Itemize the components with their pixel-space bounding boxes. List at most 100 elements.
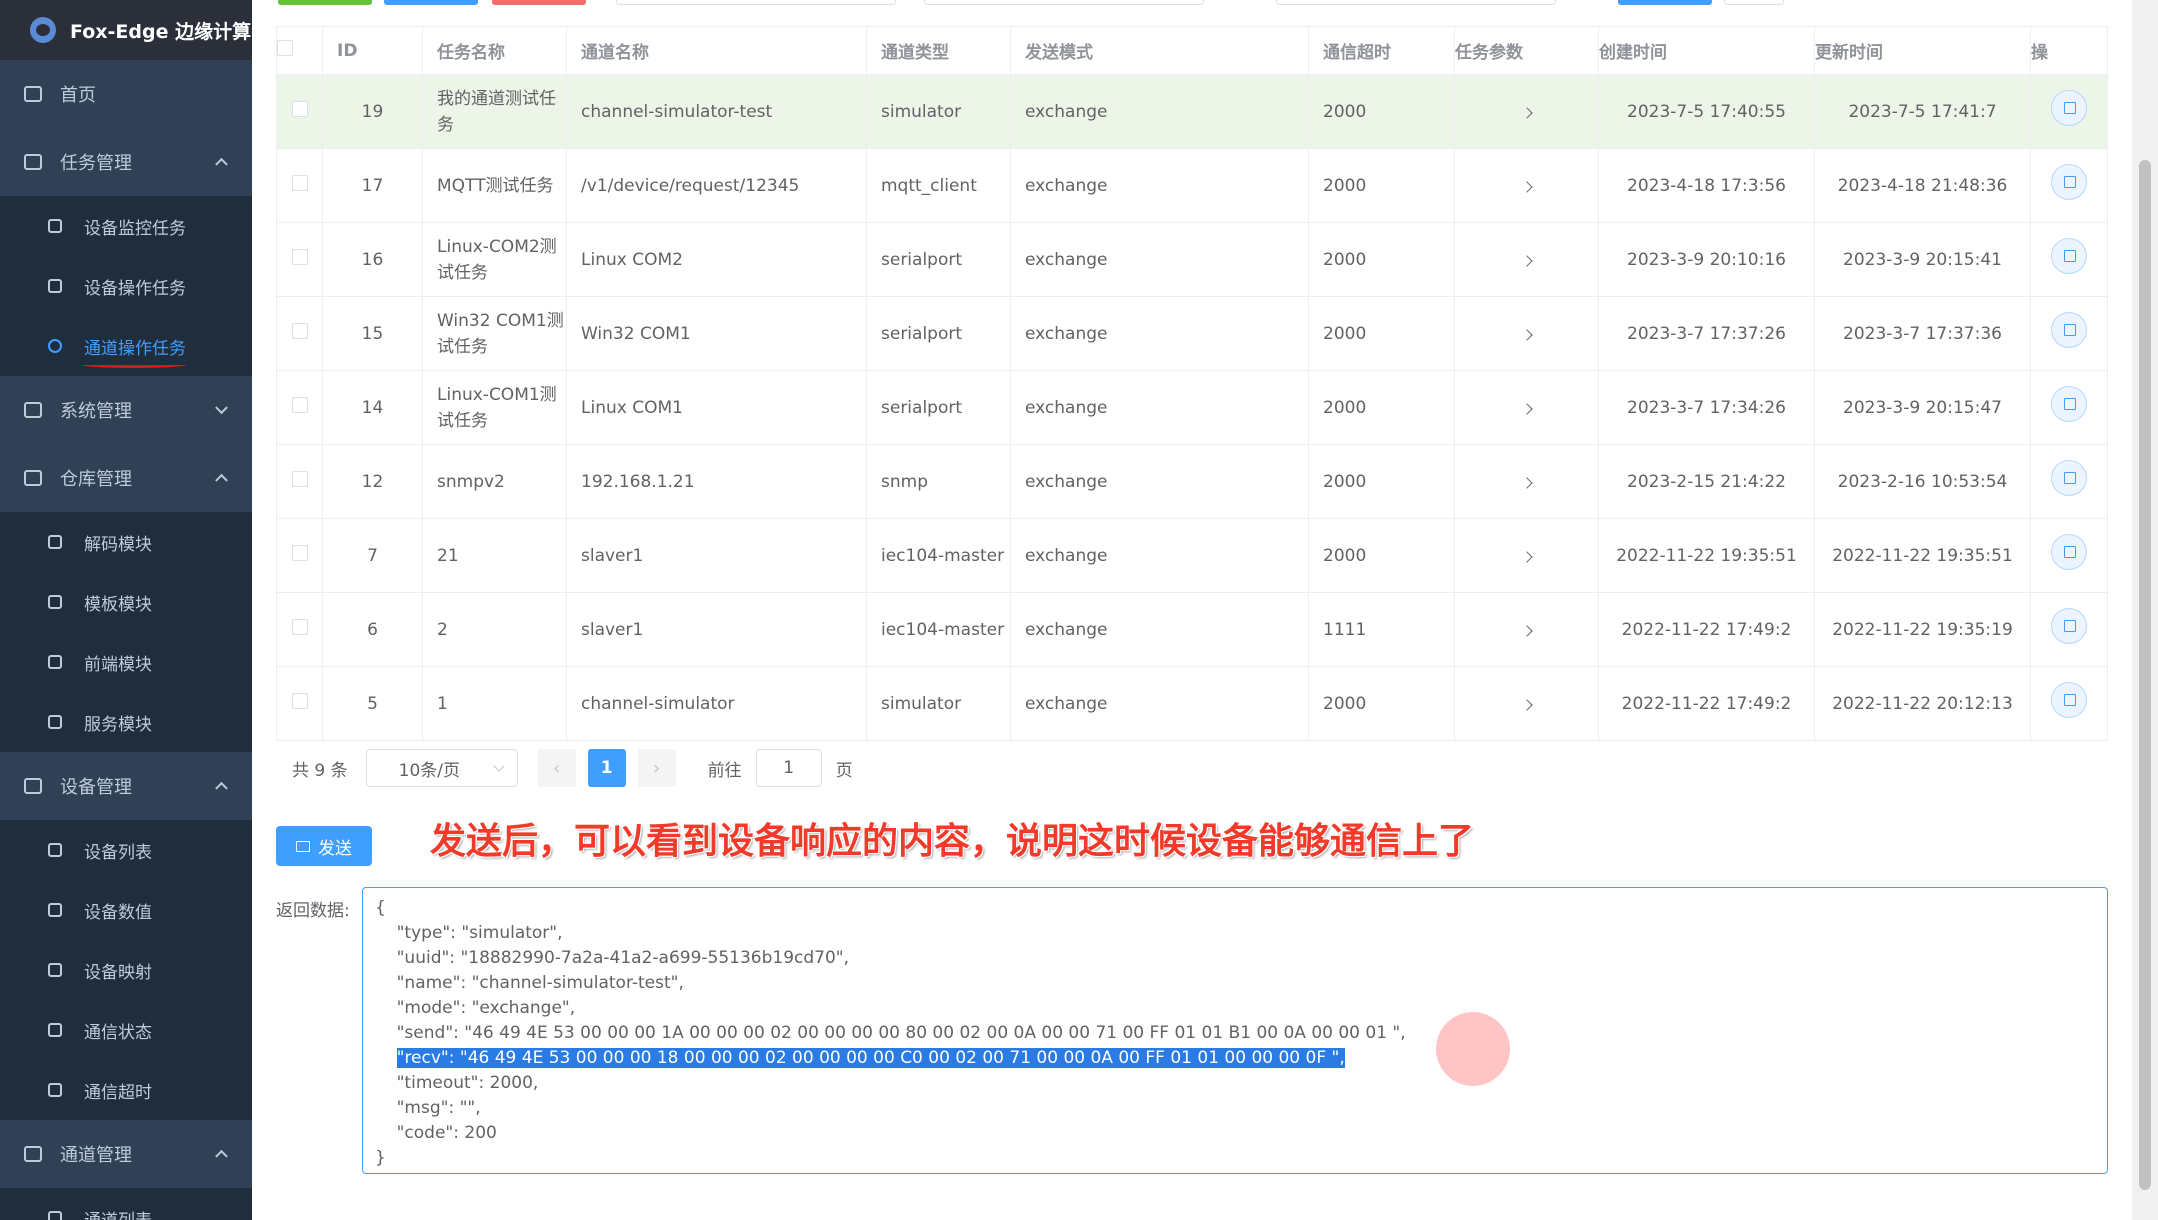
toolbar-button-green[interactable] <box>278 0 372 5</box>
sidebar-item-device-values[interactable]: 设备数值 <box>0 880 252 940</box>
cell-task-params[interactable] <box>1454 74 1599 149</box>
checkbox[interactable] <box>291 322 308 339</box>
sidebar-item-template-module[interactable]: 模板模块 <box>0 572 252 632</box>
table-row[interactable]: 19 我的通道测试任务 channel-simulator-test simulato… <box>276 74 2108 149</box>
search-button[interactable] <box>1618 0 1712 5</box>
cell-task-params[interactable] <box>1454 444 1599 519</box>
row-checkbox[interactable] <box>276 222 323 297</box>
row-checkbox[interactable] <box>276 370 323 445</box>
sidebar-item-decoder-module[interactable]: 解码模块 <box>0 512 252 572</box>
sidebar-item-comm-timeout[interactable]: 通信超时 <box>0 1060 252 1120</box>
sidebar-group-channel-mgmt[interactable]: 通道管理 <box>0 1120 252 1188</box>
page-size-select[interactable]: 10条/页 <box>365 749 518 787</box>
row-checkbox[interactable] <box>276 74 323 149</box>
header-checkbox[interactable] <box>276 26 323 75</box>
table-row[interactable]: 6 2 slaver1 iec104-master exchange 1111 2022-1… <box>276 592 2108 667</box>
edit-button[interactable] <box>2051 459 2087 496</box>
checkbox[interactable] <box>277 40 293 56</box>
row-checkbox[interactable] <box>276 518 323 593</box>
table-row[interactable]: 7 21 slaver1 iec104-master exchange 2000 2022-… <box>276 518 2108 593</box>
app-logo[interactable]: Fox-Edge 边缘计算 <box>0 0 252 60</box>
edit-button[interactable] <box>2051 89 2087 126</box>
edit-button[interactable] <box>2051 533 2087 570</box>
cell-task-params[interactable] <box>1454 296 1599 371</box>
cell-task-params[interactable] <box>1454 222 1599 297</box>
toolbar-partial <box>276 0 2076 6</box>
cell-channel-name: /v1/device/request/12345 <box>566 148 867 223</box>
sidebar-item-channel-operate-task[interactable]: 通道操作任务 <box>0 316 252 376</box>
edit-button[interactable] <box>2051 237 2087 274</box>
table-row[interactable]: 15 Win32 COM1测试任务 Win32 COM1 serialport exch… <box>276 296 2108 371</box>
sidebar-group-system-mgmt[interactable]: 系统管理 <box>0 376 252 444</box>
checkbox[interactable] <box>291 100 308 117</box>
send-button[interactable]: 发送 <box>276 826 372 866</box>
cell-channel-name: Win32 COM1 <box>566 296 867 371</box>
row-checkbox[interactable] <box>276 296 323 371</box>
table-row[interactable]: 16 Linux-COM2测试任务 Linux COM2 serialport exch… <box>276 222 2108 297</box>
page-number-current[interactable]: 1 <box>587 749 626 787</box>
row-checkbox[interactable] <box>276 666 323 741</box>
sidebar-group-device-mgmt[interactable]: 设备管理 <box>0 752 252 820</box>
sidebar-item-service-module[interactable]: 服务模块 <box>0 692 252 752</box>
sidebar-item-frontend-module[interactable]: 前端模块 <box>0 632 252 692</box>
row-checkbox[interactable] <box>276 592 323 667</box>
sidebar-item-comm-status[interactable]: 通信状态 <box>0 1000 252 1060</box>
prev-page-button[interactable]: ‹ <box>537 749 576 787</box>
checkbox[interactable] <box>291 692 308 709</box>
edit-button[interactable] <box>2051 681 2087 718</box>
goto-page-input[interactable]: 1 <box>755 749 822 787</box>
cell-task-params[interactable] <box>1454 666 1599 741</box>
toolbar-button-red[interactable] <box>492 0 586 5</box>
cell-task-params[interactable] <box>1454 592 1599 667</box>
row-checkbox[interactable] <box>276 148 323 223</box>
cell-task-params[interactable] <box>1454 518 1599 593</box>
checkbox[interactable] <box>291 396 308 413</box>
response-textarea[interactable]: { "type": "simulator", "uuid": "18882990… <box>362 887 2108 1174</box>
header-task-params: 任务参数 <box>1454 26 1599 75</box>
table-row[interactable]: 5 1 channel-simulator simulator exchange 2000… <box>276 666 2108 741</box>
sidebar-item-device-monitor-task[interactable]: 设备监控任务 <box>0 196 252 256</box>
table-row[interactable]: 17 MQTT测试任务/v1/device/request/12345 mqtt_c… <box>276 148 2108 223</box>
sidebar-item-device-mapping[interactable]: 设备映射 <box>0 940 252 1000</box>
toolbar-input[interactable] <box>1276 0 1556 5</box>
table-row[interactable]: 14 Linux-COM1测试任务 Linux COM1 serialport exch… <box>276 370 2108 445</box>
toolbar-input[interactable] <box>924 0 1204 5</box>
table-row[interactable]: 12 snmpv2 192.168.1.21 snmp exchange 2000 2023… <box>276 444 2108 519</box>
cell-task-params[interactable] <box>1454 148 1599 223</box>
reset-button[interactable] <box>1724 0 1784 5</box>
sidebar-item-channel-list[interactable]: 通道列表 <box>0 1188 252 1220</box>
chevron-right-icon[interactable] <box>1520 476 1533 489</box>
chevron-right-icon[interactable] <box>1520 624 1533 637</box>
cell-task-params[interactable] <box>1454 370 1599 445</box>
next-page-button[interactable]: › <box>637 749 676 787</box>
chevron-right-icon[interactable] <box>1520 180 1533 193</box>
sidebar-item-device-list[interactable]: 设备列表 <box>0 820 252 880</box>
sidebar-item-label: 设备映射 <box>84 962 152 983</box>
chevron-right-icon[interactable] <box>1520 550 1533 563</box>
checkbox[interactable] <box>291 470 308 487</box>
chevron-right-icon[interactable] <box>1520 698 1533 711</box>
toolbar-button-blue[interactable] <box>384 0 478 5</box>
row-checkbox[interactable] <box>276 444 323 519</box>
chevron-right-icon[interactable] <box>1520 106 1533 119</box>
checkbox[interactable] <box>291 174 308 191</box>
sidebar-group-repo-mgmt[interactable]: 仓库管理 <box>0 444 252 512</box>
sidebar-group-task-mgmt[interactable]: 任务管理 <box>0 128 252 196</box>
edit-button[interactable] <box>2051 385 2087 422</box>
sidebar-item-device-operate-task[interactable]: 设备操作任务 <box>0 256 252 316</box>
edit-button[interactable] <box>2051 163 2087 200</box>
page-scrollbar[interactable] <box>2132 0 2158 1220</box>
chevron-right-icon[interactable] <box>1520 254 1533 267</box>
chevron-right-icon[interactable] <box>1520 402 1533 415</box>
scrollbar-thumb[interactable] <box>2139 160 2151 1190</box>
checkbox[interactable] <box>291 618 308 635</box>
chevron-right-icon[interactable] <box>1520 328 1533 341</box>
edit-button[interactable] <box>2051 311 2087 348</box>
edit-button[interactable] <box>2051 607 2087 644</box>
sidebar-item-home[interactable]: 首页 <box>0 60 252 128</box>
document-icon <box>48 715 62 729</box>
checkbox[interactable] <box>291 248 308 265</box>
toolbar-input[interactable] <box>616 0 896 5</box>
checkbox[interactable] <box>291 544 308 561</box>
